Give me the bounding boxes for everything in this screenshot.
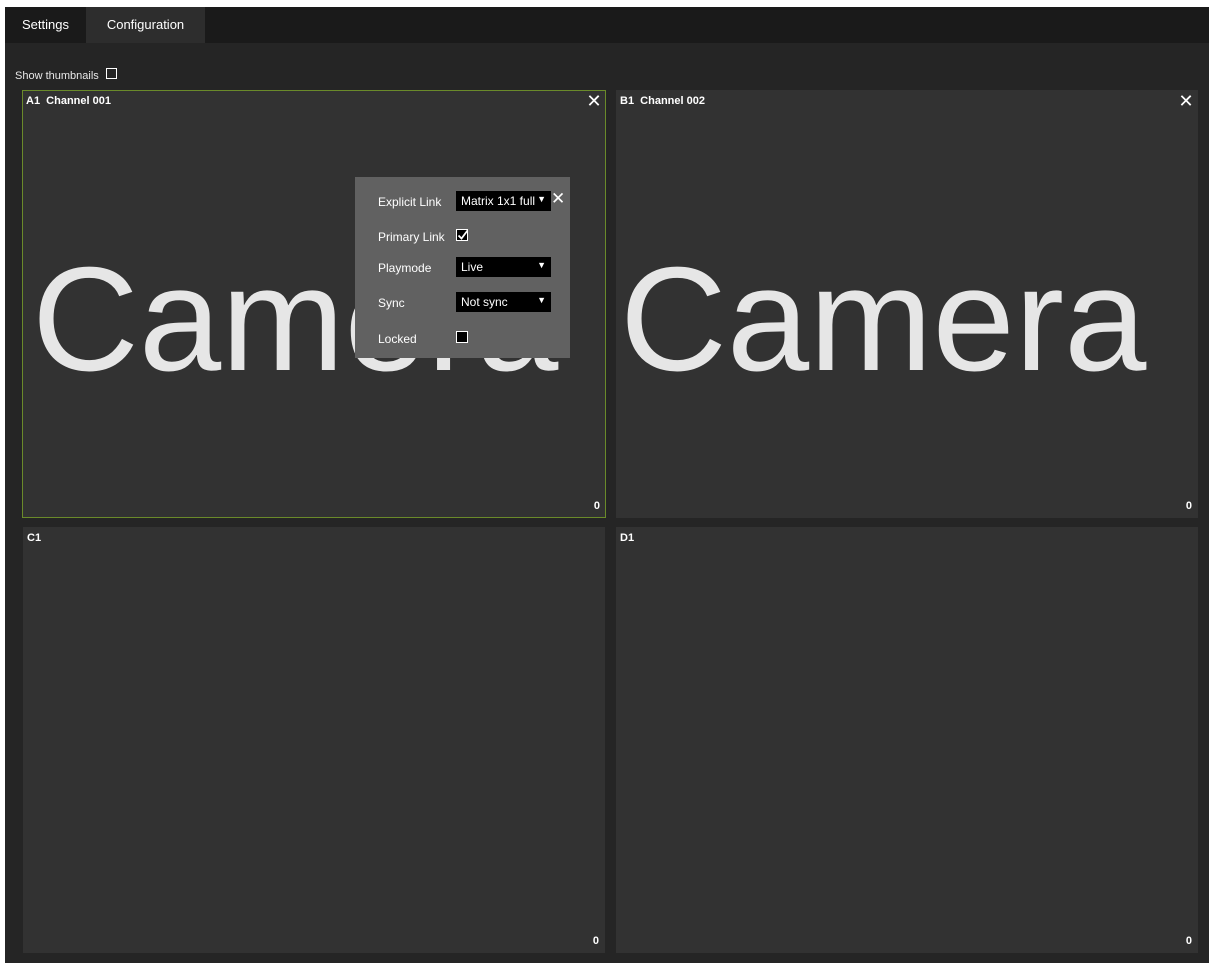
video-cell-c1[interactable]: C1 0 [23, 527, 605, 953]
cell-title: A1 Channel 001 [26, 95, 111, 107]
primary-link-checkbox[interactable] [456, 229, 469, 241]
camera-watermark: Camera [620, 237, 1147, 402]
close-icon[interactable]: ✕ [551, 189, 565, 209]
show-thumbnails-checkbox[interactable] [105, 68, 117, 79]
playmode-row: Playmode Live ▼ [355, 257, 570, 279]
locked-label: Locked [378, 332, 417, 346]
show-thumbnails-label: Show thumbnails [15, 70, 99, 82]
close-icon[interactable]: ✕ [586, 92, 602, 110]
playmode-dropdown[interactable]: Live ▼ [456, 257, 551, 277]
chevron-down-icon: ▼ [537, 295, 546, 305]
cell-title: B1 Channel 002 [620, 95, 705, 107]
sync-row: Sync Not sync ▼ [355, 292, 570, 314]
explicit-link-label: Explicit Link [378, 195, 442, 209]
cell-count: 0 [1185, 500, 1192, 512]
video-cell-b1[interactable]: Camera B1 Channel 002 ✕ 0 [616, 90, 1198, 518]
checkmark-icon [457, 229, 469, 240]
tab-bar: Settings Configuration [5, 7, 1209, 43]
close-icon[interactable]: ✕ [1178, 92, 1194, 110]
cell-title: D1 [620, 532, 635, 544]
locked-checkbox[interactable] [456, 331, 468, 343]
playmode-label: Playmode [378, 261, 432, 275]
primary-link-label: Primary Link [378, 230, 445, 244]
sync-label: Sync [378, 296, 405, 310]
explicit-link-value: Matrix 1x1 full [461, 194, 536, 208]
cell-title: C1 [27, 532, 42, 544]
show-thumbnails-row: Show thumbnails [15, 67, 117, 85]
tab-configuration[interactable]: Configuration [86, 7, 205, 43]
link-settings-popup: Explicit Link Matrix 1x1 full ▼ ✕ Primar… [355, 177, 570, 358]
tab-settings[interactable]: Settings [5, 7, 86, 43]
explicit-link-dropdown[interactable]: Matrix 1x1 full ▼ [456, 191, 551, 211]
cell-count: 0 [1185, 935, 1192, 947]
locked-row: Locked [355, 328, 570, 350]
explicit-link-row: Explicit Link Matrix 1x1 full ▼ ✕ [355, 189, 570, 213]
sync-value: Not sync [461, 295, 508, 309]
playmode-value: Live [461, 260, 484, 274]
cell-count: 0 [592, 935, 599, 947]
chevron-down-icon: ▼ [537, 194, 546, 204]
video-cell-d1[interactable]: D1 0 [616, 527, 1198, 953]
primary-link-row: Primary Link [355, 226, 570, 248]
chevron-down-icon: ▼ [537, 260, 546, 270]
cell-count: 0 [593, 500, 600, 512]
app-window: Settings Configuration Show thumbnails C… [5, 7, 1209, 963]
sync-dropdown[interactable]: Not sync ▼ [456, 292, 551, 312]
